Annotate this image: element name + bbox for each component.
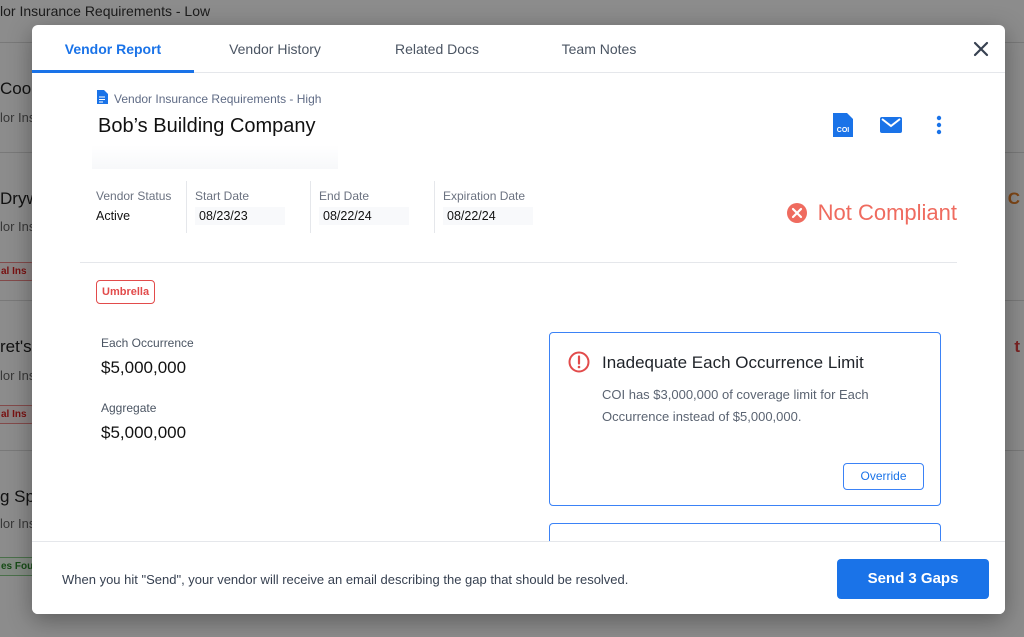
document-icon [96,90,108,107]
gap-description: COI has $3,000,000 of coverage limit for… [602,387,869,424]
send-gaps-button[interactable]: Send 3 Gaps [837,559,989,599]
gap-card: Inadequate Each Occurrence Limit COI has… [549,332,941,506]
tab-vendor-report[interactable]: Vendor Report [32,25,194,73]
more-vertical-icon[interactable] [927,113,951,137]
meta-label: Vendor Status [96,189,172,203]
limit-value: $5,000,000 [101,423,187,442]
coi-document-icon[interactable]: COI [831,113,855,137]
compliance-status: Not Compliant [786,200,957,226]
coi-icon-label: COI [837,127,850,134]
meta-label: Start Date [195,189,250,203]
footer-hint: When you hit "Send", your vendor will re… [62,572,629,587]
meta-value: Active [96,209,131,223]
limit-label: Each Occurrence [101,336,194,350]
vendor-modal: Vendor Report Vendor History Related Doc… [32,25,1005,614]
tab-bar: Vendor Report Vendor History Related Doc… [32,25,1005,73]
warning-icon [568,351,590,373]
meta-end-date: End Date 08/22/24 [310,181,434,233]
tab-team-notes[interactable]: Team Notes [518,25,680,73]
vendor-meta: Vendor Status Active Start Date 08/23/23… [88,181,554,233]
meta-value: 08/22/24 [319,207,409,225]
meta-label: Expiration Date [443,189,526,203]
meta-value: 08/22/24 [443,207,533,225]
meta-expiration-date: Expiration Date 08/22/24 [434,181,554,233]
override-button[interactable]: Override [843,463,924,490]
header-actions: COI [831,113,951,137]
tab-vendor-history[interactable]: Vendor History [194,25,356,73]
meta-value: 08/23/23 [195,207,285,225]
company-name-block: Bob’s Building Company [92,109,338,169]
limit-label: Aggregate [101,401,157,415]
meta-start-date: Start Date 08/23/23 [186,181,310,233]
meta-label: End Date [319,189,370,203]
modal-footer: When you hit "Send", your vendor will re… [32,541,1005,614]
meta-vendor-status: Vendor Status Active [88,181,186,233]
company-name: Bob’s Building Company [98,115,316,137]
close-icon[interactable] [969,37,993,61]
compliance-status-text: Not Compliant [817,200,957,225]
coverage-badge: Umbrella [96,280,156,304]
tab-related-docs[interactable]: Related Docs [356,25,518,73]
gap-title: Inadequate Each Occurrence Limit [602,353,864,372]
divider [80,262,957,263]
document-type-label: Vendor Insurance Requirements - High [114,91,322,106]
document-type: Vendor Insurance Requirements - High [96,90,321,107]
error-circle-icon [786,202,808,224]
mail-icon[interactable] [879,113,903,137]
limit-value: $5,000,000 [101,358,187,377]
